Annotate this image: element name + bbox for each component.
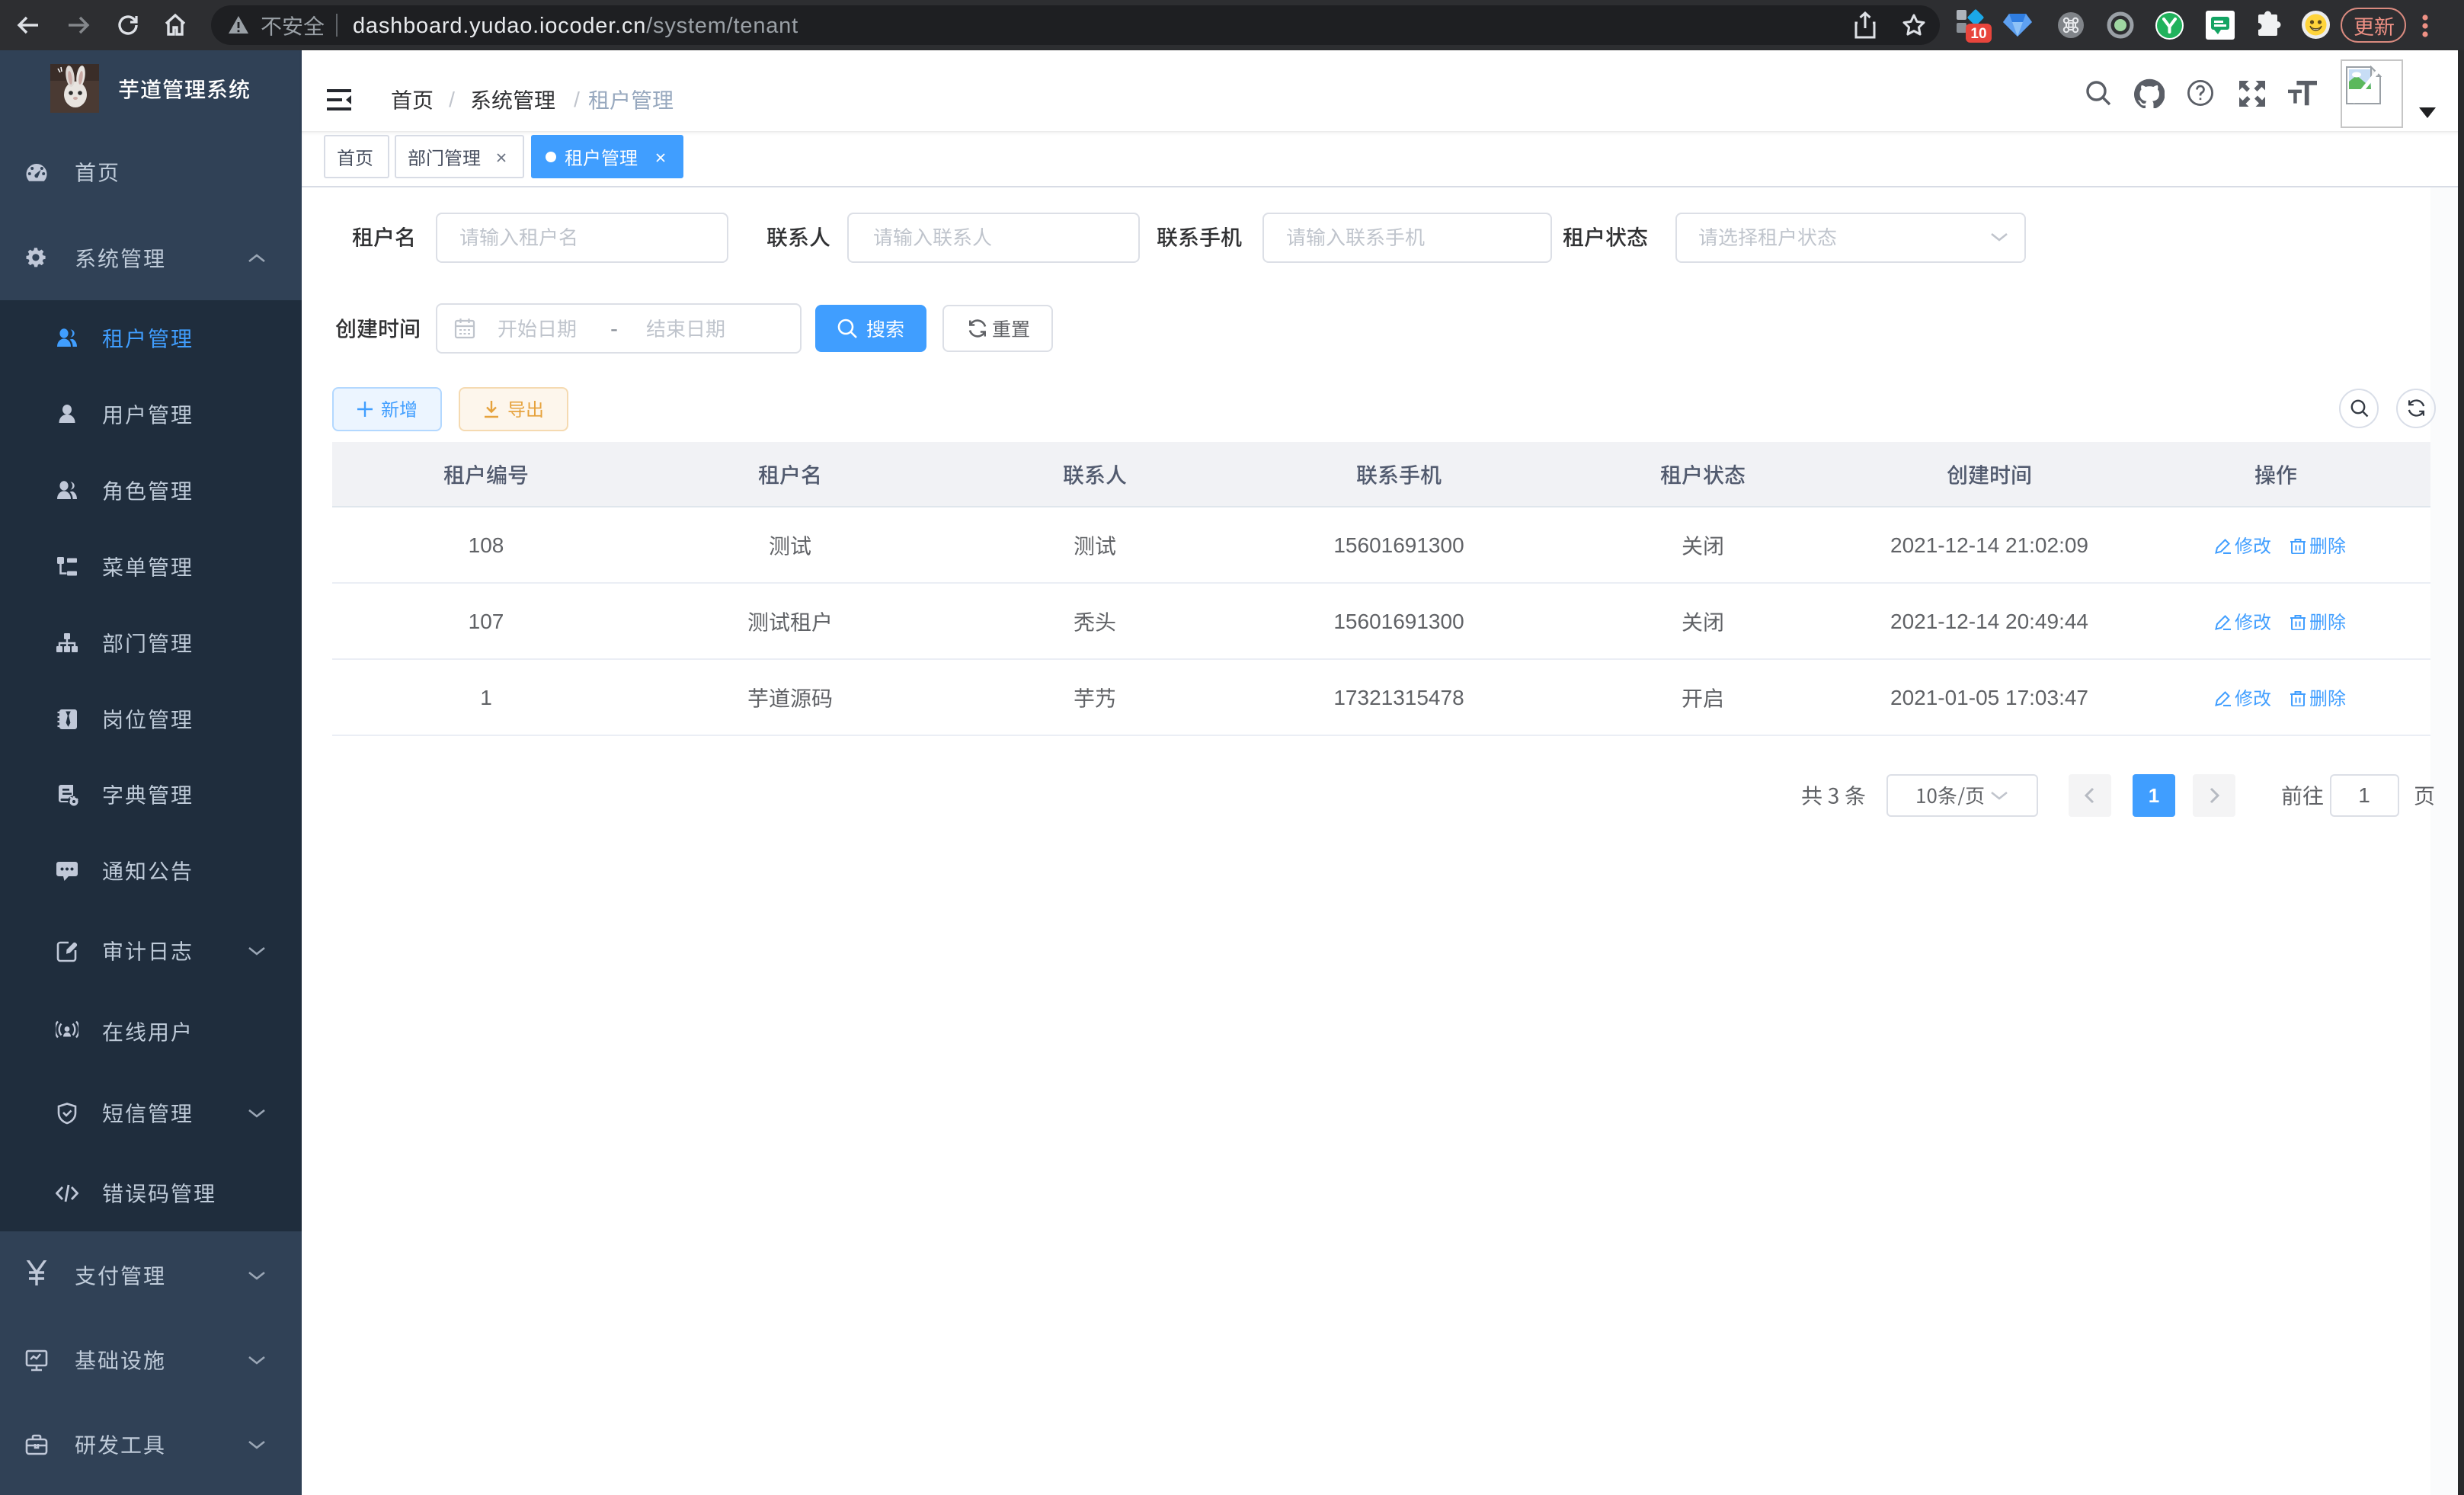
svg-text:10: 10: [1970, 26, 1986, 42]
